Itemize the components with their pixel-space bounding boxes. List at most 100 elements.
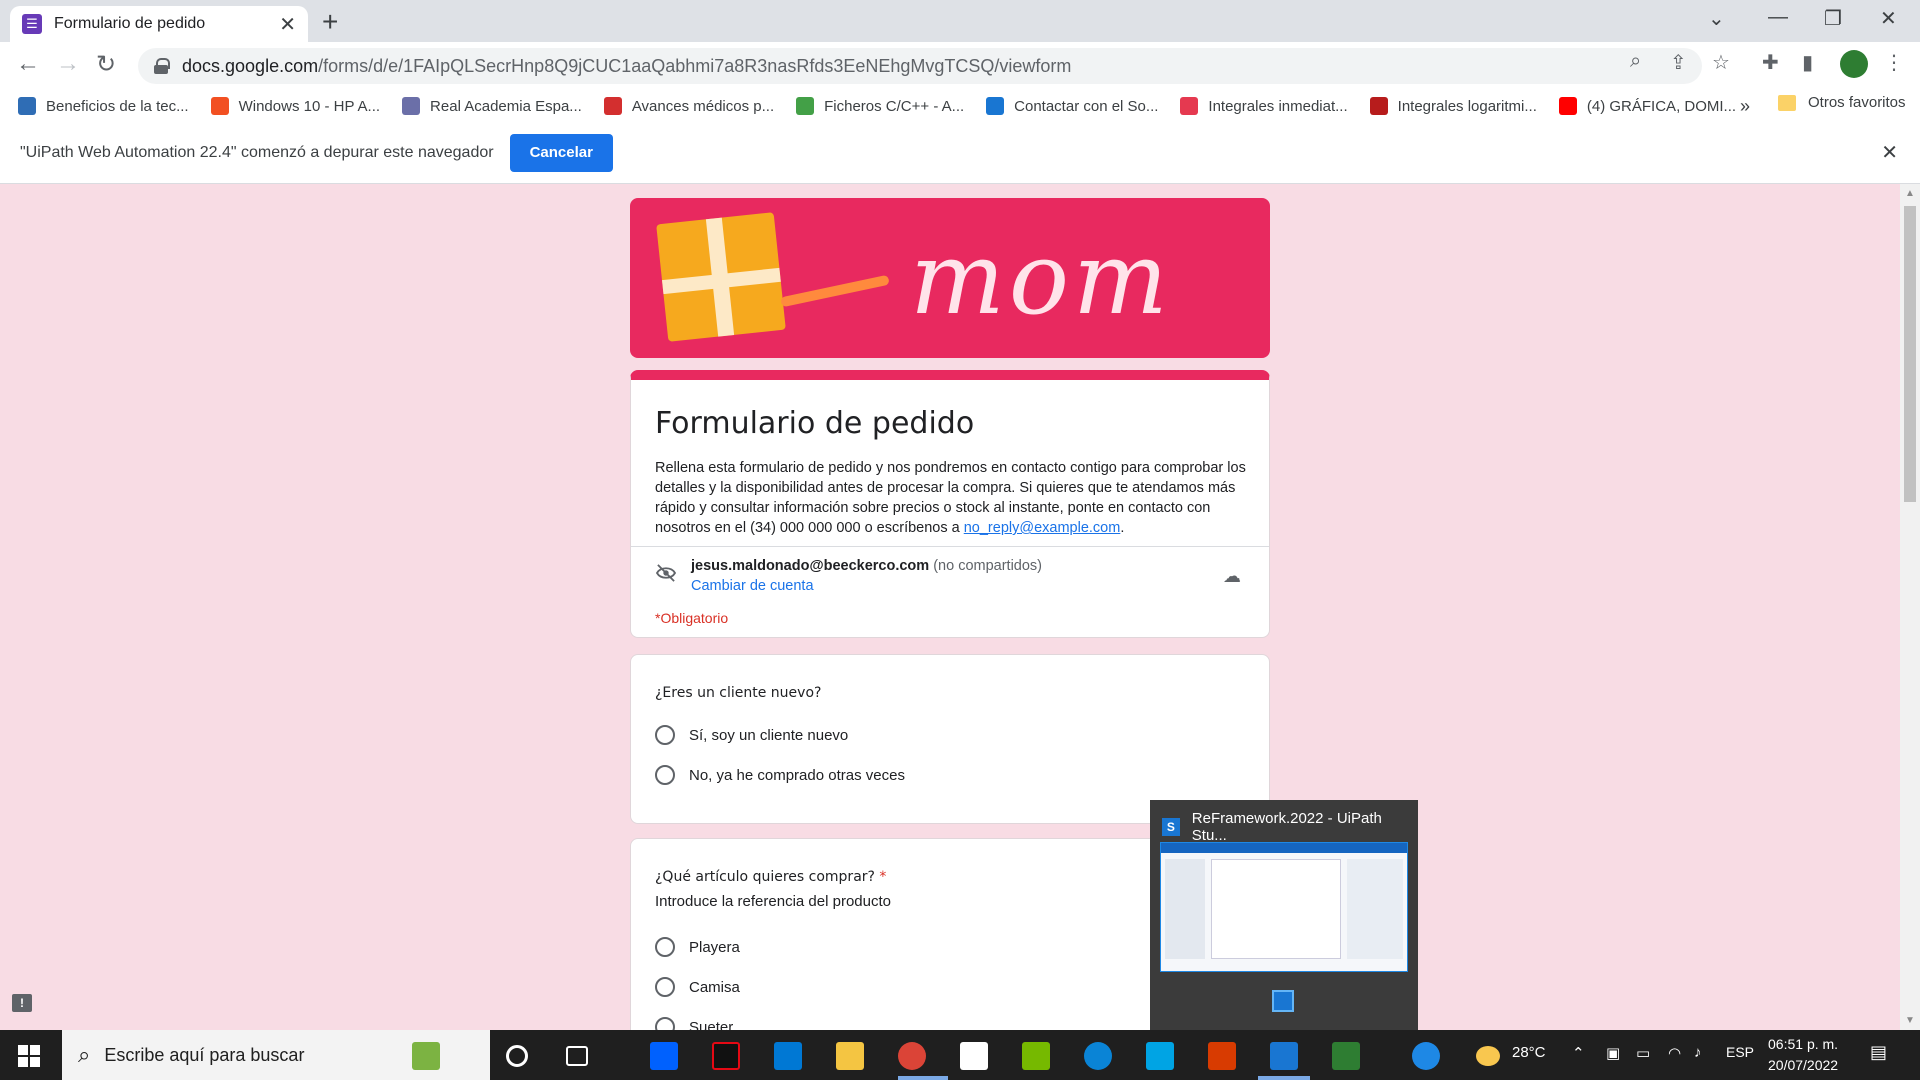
radio-button[interactable] xyxy=(655,765,675,785)
other-favorites-folder[interactable]: Otros favoritos xyxy=(1778,94,1906,111)
option-playera[interactable]: Playera xyxy=(655,937,740,957)
form-title: Formulario de pedido xyxy=(655,406,975,441)
cancel-debug-button[interactable]: Cancelar xyxy=(509,133,613,172)
bookmark-label: Avances médicos p... xyxy=(631,97,775,115)
tab-formulario[interactable]: ☰ Formulario de pedido ✕ xyxy=(10,6,308,42)
reload-button[interactable]: ↻ xyxy=(96,50,116,79)
bookmark-item[interactable]: Avances médicos p... xyxy=(603,97,775,115)
task-view-icon[interactable] xyxy=(566,1046,588,1066)
scroll-up-icon[interactable]: ▲ xyxy=(1905,188,1915,199)
question-card-new-client: ¿Eres un cliente nuevo? Sí, soy un clien… xyxy=(630,654,1270,824)
address-bar[interactable]: docs.google.com/forms/d/e/1FAIpQLSecrHnp… xyxy=(138,48,1702,84)
account-info: jesus.maldonado@beeckerco.com (no compar… xyxy=(691,558,1042,574)
scroll-down-icon[interactable]: ▼ xyxy=(1905,1015,1915,1026)
cisco-webex-icon[interactable] xyxy=(1146,1042,1174,1070)
active-app-indicator xyxy=(1258,1076,1310,1080)
contact-email-link[interactable]: no_reply@example.com xyxy=(964,520,1121,536)
show-hidden-icons-icon[interactable]: ⌃ xyxy=(1572,1044,1585,1062)
report-abuse-icon[interactable]: ! xyxy=(12,994,32,1012)
bookmark-label: Contactar con el So... xyxy=(1014,97,1159,115)
forward-button[interactable]: → xyxy=(56,50,80,78)
close-window-button[interactable]: ✕ xyxy=(1880,6,1897,31)
radio-button[interactable] xyxy=(655,1017,675,1030)
option-new-client[interactable]: Sí, soy un cliente nuevo xyxy=(655,725,848,745)
bookmark-label: Real Academia Espa... xyxy=(430,97,582,115)
side-panel-icon[interactable]: ▮ xyxy=(1802,50,1813,75)
radio-button[interactable] xyxy=(655,977,675,997)
wifi-icon[interactable]: ◠ xyxy=(1668,1044,1681,1062)
thumb-side-panel xyxy=(1165,859,1205,959)
uipath-studio-taskbar-icon[interactable] xyxy=(1270,1042,1298,1070)
option-returning-client[interactable]: No, ya he comprado otras veces xyxy=(655,765,905,785)
share-icon[interactable]: ⇪ xyxy=(1670,50,1687,75)
switch-account-link[interactable]: Cambiar de cuenta xyxy=(691,578,814,594)
option-camisa[interactable]: Camisa xyxy=(655,977,740,997)
bookmark-item[interactable]: Integrales inmediat... xyxy=(1180,97,1348,115)
restore-button[interactable]: ❐ xyxy=(1824,6,1842,31)
radio-button[interactable] xyxy=(655,937,675,957)
thumb-ribbon xyxy=(1161,843,1407,853)
windows-taskbar: ⌕ Escribe aquí para buscar xyxy=(0,1030,1920,1080)
bookmarks-more-button[interactable]: » xyxy=(1740,96,1750,117)
tab-search-chevron-icon[interactable]: ⌄ xyxy=(1708,6,1725,31)
weather-temp[interactable]: 28°C xyxy=(1512,1044,1546,1061)
close-infobar-icon[interactable]: ✕ xyxy=(1881,140,1898,165)
question-title-text: ¿Qué artículo quieres comprar? xyxy=(655,869,875,885)
bookmark-item[interactable]: (4) GRÁFICA, DOMI... xyxy=(1558,97,1736,115)
weather-icon[interactable] xyxy=(1476,1046,1500,1066)
back-button[interactable]: ← xyxy=(16,50,40,78)
lock-icon[interactable] xyxy=(154,58,170,74)
preview-thumbnail[interactable] xyxy=(1160,842,1408,972)
banner-mom-lettering: mom xyxy=(910,220,1172,337)
microsoft-store-icon[interactable] xyxy=(960,1042,988,1070)
edge-icon[interactable] xyxy=(1084,1042,1112,1070)
nvidia-icon[interactable] xyxy=(1022,1042,1050,1070)
file-explorer-icon[interactable] xyxy=(836,1042,864,1070)
form-header-card: Formulario de pedido Rellena esta formul… xyxy=(630,370,1270,638)
mail-icon[interactable] xyxy=(774,1042,802,1070)
help-icon[interactable] xyxy=(1412,1042,1440,1070)
header-banner-image: mom xyxy=(630,198,1270,358)
bookmark-item[interactable]: Windows 10 - HP A... xyxy=(210,97,381,115)
office-icon[interactable] xyxy=(1208,1042,1236,1070)
form-description-text: Rellena esta formulario de pedido y nos … xyxy=(655,460,1246,536)
minimize-button[interactable]: — xyxy=(1768,6,1788,29)
meet-now-icon[interactable]: ▣ xyxy=(1606,1044,1620,1062)
account-email: jesus.maldonado@beeckerco.com xyxy=(691,558,930,574)
volume-icon[interactable]: ♪ xyxy=(1694,1044,1702,1061)
menu-icon[interactable]: ⋮ xyxy=(1884,50,1904,75)
cortana-icon[interactable] xyxy=(506,1045,528,1067)
search-placeholder: Escribe aquí para buscar xyxy=(104,1044,305,1065)
bookmark-favicon-icon xyxy=(796,97,815,115)
bookmark-item[interactable]: Contactar con el So... xyxy=(986,97,1158,115)
chrome-icon[interactable] xyxy=(898,1042,926,1070)
scrollbar-thumb[interactable] xyxy=(1904,206,1916,502)
option-sueter[interactable]: Sueter xyxy=(655,1017,733,1030)
bookmark-item[interactable]: Ficheros C/C++ - A... xyxy=(796,97,964,115)
language-indicator[interactable]: ESP xyxy=(1726,1044,1754,1060)
bookmark-item[interactable]: Real Academia Espa... xyxy=(402,97,582,115)
dropbox-icon[interactable] xyxy=(650,1042,678,1070)
option-label: Camisa xyxy=(689,978,740,996)
extensions-icon[interactable]: ✚ xyxy=(1762,50,1779,75)
bookmark-item[interactable]: Beneficios de la tec... xyxy=(18,97,189,115)
windows-start-icon[interactable] xyxy=(18,1045,40,1067)
uipath-assistant-icon[interactable] xyxy=(1332,1042,1360,1070)
zoom-icon[interactable]: ⌕ xyxy=(1630,50,1641,73)
bookmark-favicon-icon xyxy=(603,97,622,115)
taskbar-window-preview[interactable]: S ReFramework.2022 - UiPath Stu... xyxy=(1150,800,1418,1030)
close-tab-icon[interactable]: ✕ xyxy=(279,12,296,37)
search-highlight-icon[interactable] xyxy=(412,1042,440,1070)
bookmark-star-icon[interactable]: ☆ xyxy=(1712,50,1730,75)
notifications-icon[interactable]: ▤ xyxy=(1870,1042,1887,1063)
profile-avatar[interactable] xyxy=(1840,50,1868,78)
radio-button[interactable] xyxy=(655,725,675,745)
battery-icon[interactable]: ▭ xyxy=(1636,1044,1650,1062)
bookmark-label: Windows 10 - HP A... xyxy=(238,97,381,115)
bookmark-item[interactable]: Integrales logaritmi... xyxy=(1369,97,1537,115)
clock-time: 06:51 p. m. xyxy=(1768,1036,1839,1052)
netflix-icon[interactable] xyxy=(712,1042,740,1070)
taskbar-clock[interactable]: 06:51 p. m. 20/07/2022 xyxy=(1768,1034,1838,1076)
page-scrollbar[interactable]: ▲ ▼ xyxy=(1900,184,1920,1030)
new-tab-button[interactable]: + xyxy=(322,6,338,38)
